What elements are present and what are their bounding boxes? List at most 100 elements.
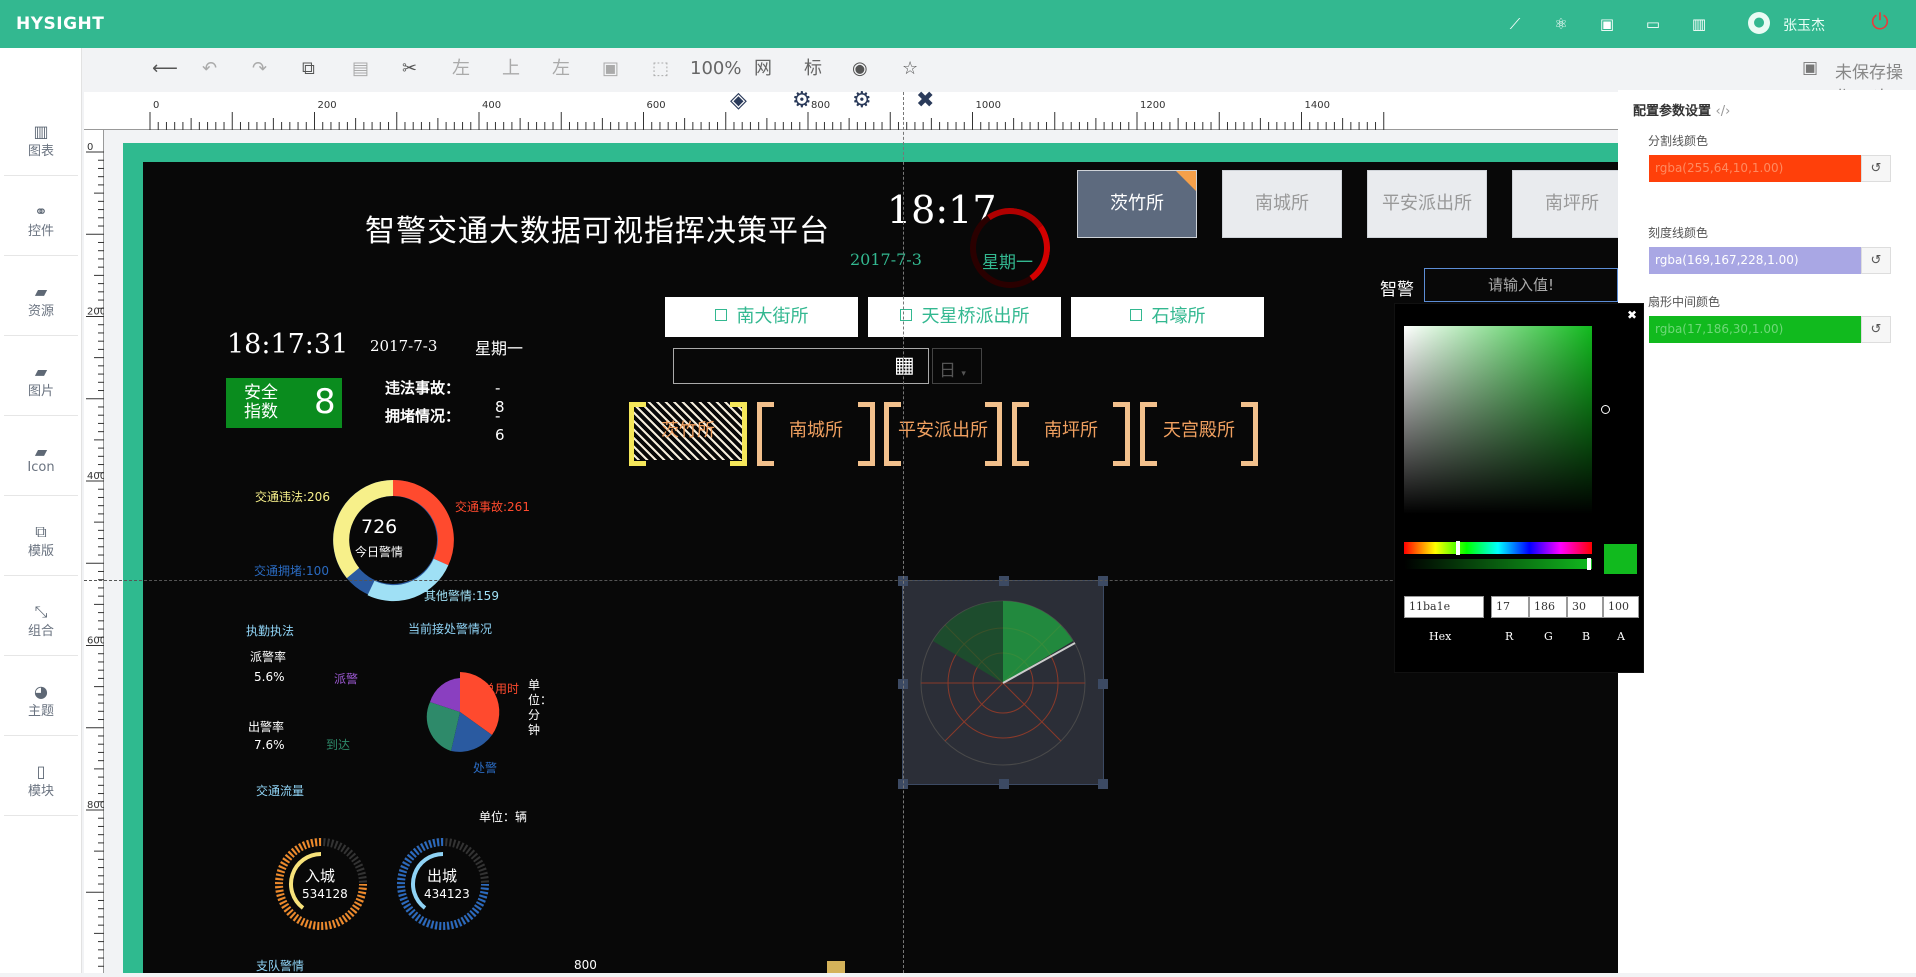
back-arrow-icon[interactable]: ⟵ [152, 58, 178, 80]
puzzle-icon[interactable]: ▣ [1596, 14, 1618, 34]
alpha-slider[interactable] [1404, 559, 1592, 569]
reset-icon[interactable]: ↺ [1861, 247, 1891, 274]
bracket-tab-tiangongdian[interactable]: 天宫殿所 [1140, 402, 1258, 466]
user-name[interactable]: 张玉杰 [1783, 15, 1825, 35]
hex-input[interactable]: 11ba1e [1404, 596, 1484, 618]
bracket-tab-pingan[interactable]: 平安派出所 [884, 402, 1002, 466]
blue-input[interactable]: 30 [1567, 596, 1603, 618]
date-input[interactable]: ▦ [673, 348, 929, 384]
safety-index-box[interactable]: 安全指数 8 [226, 378, 342, 428]
handling-pie-chart[interactable] [373, 662, 513, 762]
station-button-pingan[interactable]: 平安派出所 [1367, 170, 1487, 238]
divider-color-input[interactable]: rgba(255,64,10,1.00) [1649, 155, 1861, 182]
sector-color-input[interactable]: rgba(17,186,30,1.00) [1649, 316, 1861, 343]
hue-slider-handle[interactable] [1456, 541, 1460, 555]
paste-icon[interactable]: ▤ [352, 58, 369, 80]
bar-chart-icon[interactable]: ▥ [1688, 14, 1710, 34]
calendar-icon[interactable]: ▦ [894, 353, 915, 378]
bracket-tab-cizhu[interactable]: 茨竹所 [629, 402, 747, 466]
saturation-value-area[interactable] [1404, 326, 1610, 514]
redo-icon[interactable]: ↷ [252, 58, 267, 80]
reset-icon[interactable]: ↺ [1861, 316, 1891, 343]
resize-handle-ne[interactable] [1098, 576, 1108, 586]
green-input[interactable]: 186 [1529, 596, 1567, 618]
station-button-nanping[interactable]: 南坪所 [1512, 170, 1618, 238]
cube-icon[interactable]: ◈ [730, 88, 747, 113]
line-chart-icon[interactable]: ⟋ [1504, 14, 1526, 34]
resize-handle-se[interactable] [1098, 779, 1108, 789]
sidebar-item-controls[interactable]: ⚭ 控件 [4, 178, 78, 256]
zoom-level[interactable]: 100% [690, 58, 741, 80]
user-avatar-icon[interactable]: ● [1748, 12, 1770, 34]
search-input[interactable]: 请输入值! [1424, 268, 1618, 302]
power-icon[interactable]: ⏻ [1866, 9, 1894, 37]
align-left2-button[interactable]: 左 [552, 58, 570, 80]
bracket-tab-nanping[interactable]: 南坪所 [1012, 402, 1130, 466]
sidebar-item-images[interactable]: ▰ 图片 [4, 338, 78, 416]
reset-icon[interactable]: ↺ [1861, 155, 1891, 182]
search-label: 智警 [1380, 280, 1414, 300]
donut-total: 726 [361, 516, 398, 538]
checkbox-tianxingqiao[interactable]: 天星桥派出所 [868, 297, 1061, 337]
hue-slider[interactable] [1404, 542, 1592, 554]
top-bar: HYSIGHT ⟋ ⚛ ▣ ▭ ▥ ● 张玉杰 ⏻ [0, 0, 1916, 48]
radar-widget-selected[interactable] [898, 576, 1108, 789]
sidebar-item-label: 资源 [27, 304, 54, 319]
sidebar-item-resources[interactable]: ▰ 资源 [4, 258, 78, 336]
violations-row: 违法事故： - 8 [385, 377, 515, 416]
color-cursor[interactable] [1601, 405, 1610, 414]
bottom-bar [827, 961, 845, 973]
close-icon[interactable]: ✖ [916, 88, 934, 113]
alpha-input[interactable]: 100 [1603, 596, 1639, 618]
color-picker-popup[interactable]: ✖ 11ba1e 17 186 30 100 Hex R G B A [1394, 303, 1644, 673]
resize-handle-s[interactable] [999, 779, 1009, 789]
checkbox-nandajie[interactable]: 南大街所 [665, 297, 858, 337]
sidebar-item-icon[interactable]: ▰ Icon [4, 418, 78, 496]
gears-alt-icon[interactable]: ⚙ [852, 88, 872, 113]
resize-handle-n[interactable] [999, 576, 1009, 586]
code-icon[interactable]: ‹/› [1716, 104, 1731, 119]
ruler-button[interactable]: 标 [804, 58, 822, 80]
sidebar-item-charts[interactable]: ▥ 图表 [4, 98, 78, 176]
resize-icon[interactable]: ⬚ [652, 58, 669, 80]
sidebar-item-modules[interactable]: ▯ 模块 [4, 738, 78, 816]
unit-select[interactable]: 日 ▾ [932, 348, 982, 384]
sidebar-item-label: 模版 [27, 544, 54, 559]
tick-color-input[interactable]: rgba(169,167,228,1.00) [1649, 247, 1861, 274]
sidebar-item-theme[interactable]: ◕ 主题 [4, 658, 78, 736]
gears-icon[interactable]: ⚙ [792, 88, 812, 113]
dashboard-title[interactable]: 智警交通大数据可视指挥决策平台 [365, 206, 830, 250]
bracket-tab-nancheng[interactable]: 南城所 [757, 402, 875, 466]
pie-unit-label: 单位：分钟 [528, 678, 553, 737]
station-button-cizhu[interactable]: 茨竹所 [1077, 170, 1197, 238]
alpha-slider-handle[interactable] [1587, 558, 1591, 570]
sidebar-item-group[interactable]: ⤡ 组合 [4, 578, 78, 656]
week-small: 星期一 [475, 339, 524, 358]
week-display: 星期一 [982, 253, 1033, 273]
resize-handle-e[interactable] [1098, 679, 1108, 689]
red-input[interactable]: 17 [1491, 596, 1529, 618]
checkbox-shihao[interactable]: 石壕所 [1071, 297, 1264, 337]
undo-icon[interactable]: ↶ [202, 58, 217, 80]
monitor-icon[interactable]: ▭ [1642, 14, 1664, 34]
copy-icon[interactable]: ⧉ [302, 58, 315, 80]
red-label: R [1505, 630, 1514, 643]
atom-icon[interactable]: ⚛ [1550, 14, 1572, 34]
star-icon[interactable]: ☆ [902, 58, 918, 80]
grid-button[interactable]: 网 [754, 58, 772, 80]
sidebar-item-label: 图片 [27, 384, 54, 399]
scissors-icon[interactable]: ✂ [402, 58, 417, 80]
congestion-value: - 6 [495, 407, 516, 444]
station-button-nancheng[interactable]: 南城所 [1222, 170, 1342, 238]
align-left-button[interactable]: 左 [452, 58, 470, 80]
save-icon[interactable]: ▣ [1802, 58, 1818, 78]
close-icon[interactable]: ✖ [1627, 308, 1637, 322]
eye-icon[interactable]: ◉ [852, 58, 868, 80]
clock-small[interactable]: 18:17:31 [227, 329, 348, 360]
fit-icon[interactable]: ▣ [602, 58, 619, 80]
sidebar-item-templates[interactable]: ⧉ 模版 [4, 498, 78, 576]
radar-sweep [1003, 601, 1073, 683]
alpha-label: A [1617, 630, 1625, 643]
unit-select-value: 日 [939, 361, 956, 381]
align-top-button[interactable]: 上 [502, 58, 520, 80]
